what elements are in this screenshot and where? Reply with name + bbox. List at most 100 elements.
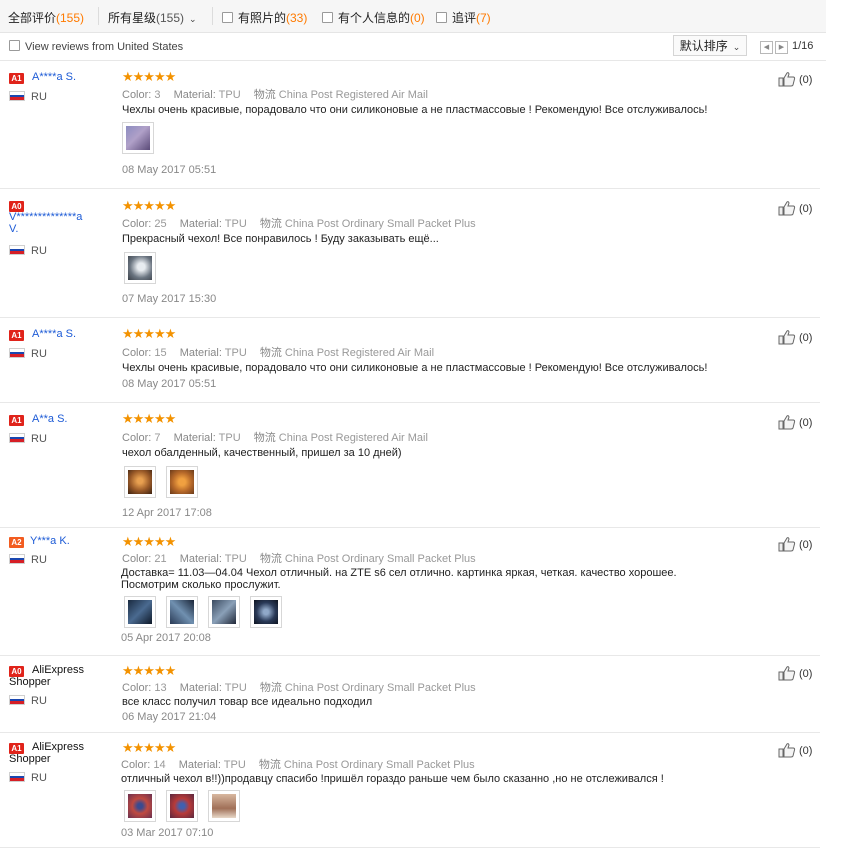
- color-value: 13: [154, 682, 167, 694]
- like-button[interactable]: (0): [778, 665, 812, 681]
- filter-all-label: 全部评价: [8, 11, 57, 25]
- review-photo-thumbnail[interactable]: [166, 596, 198, 628]
- divider: [98, 7, 99, 25]
- reviewer-name[interactable]: V**************a: [9, 211, 82, 223]
- review-photo-thumbnail[interactable]: [124, 252, 156, 284]
- review-photo-thumbnail[interactable]: [122, 122, 154, 154]
- reviewer-name[interactable]: Y***a K.: [30, 535, 70, 547]
- review-meta: Color: 15 Material: TPU 物流 China Post Re…: [122, 344, 434, 360]
- filter-bar: 全部评价(155) 所有星级(155) ⌄ 有照片的(33) 有个人信息的(0) …: [0, 0, 826, 33]
- reviewer-name[interactable]: AliExpress: [32, 741, 84, 753]
- color-value: 15: [154, 347, 167, 359]
- filter-photos[interactable]: 有照片的(33): [222, 9, 307, 26]
- review-text: Чехлы очень красивые, порадовало что они…: [122, 104, 708, 116]
- material-value: TPU: [224, 218, 247, 230]
- filter-photos-count: (33): [286, 11, 308, 25]
- prev-arrow-icon: ◀: [763, 44, 770, 51]
- color-key: Color:: [122, 682, 152, 694]
- shipping-value: China Post Ordinary Small Packet Plus: [284, 682, 476, 694]
- shipping-key: 物流: [259, 682, 282, 694]
- russia-flag-icon: [9, 695, 25, 705]
- filter-personal[interactable]: 有个人信息的(0): [322, 9, 425, 26]
- review-item: A0 AliExpress Shopper RU ★★★★★ (0) Color…: [0, 656, 820, 733]
- material-key: Material:: [179, 682, 222, 694]
- shipping-value: China Post Registered Air Mail: [284, 347, 435, 359]
- reviewer-name-line2[interactable]: V.: [9, 223, 18, 235]
- material-value: TPU: [224, 347, 247, 359]
- like-count: (0): [799, 203, 813, 215]
- sort-dropdown[interactable]: 默认排序 ⌄: [673, 35, 747, 56]
- material-key: Material:: [178, 759, 221, 771]
- shipping-value: China Post Registered Air Mail: [278, 89, 428, 101]
- russia-flag-icon: [9, 245, 25, 255]
- review-photo-thumbnail[interactable]: [166, 790, 198, 822]
- reviewer-name[interactable]: A**a S.: [32, 413, 67, 425]
- material-key: Material:: [179, 553, 222, 565]
- review-photo-thumbnail[interactable]: [208, 596, 240, 628]
- thumbs-up-icon: [778, 415, 796, 430]
- color-key: Color:: [122, 432, 152, 444]
- checkbox-icon[interactable]: [436, 12, 447, 23]
- russia-flag-icon: [9, 91, 25, 101]
- review-photo-thumbnail[interactable]: [124, 790, 156, 822]
- filter-followup[interactable]: 追评(7): [436, 9, 491, 26]
- reviewer-name-line2[interactable]: Shopper: [9, 753, 51, 765]
- color-value: 25: [154, 218, 167, 230]
- review-text: Прекрасный чехол! Все понравилось ! Буду…: [122, 233, 439, 245]
- chevron-down-icon: ⌄: [189, 14, 197, 24]
- next-arrow-icon: ▶: [778, 44, 785, 51]
- filter-personal-label: 有个人信息的: [338, 11, 411, 25]
- review-photo-thumbnail[interactable]: [124, 466, 156, 498]
- like-button[interactable]: (0): [778, 742, 812, 758]
- review-date: 12 Apr 2017 17:08: [122, 507, 212, 519]
- shipping-key: 物流: [259, 553, 282, 565]
- color-value: 21: [154, 553, 167, 565]
- checkbox-icon[interactable]: [9, 40, 20, 51]
- view-us-filter[interactable]: View reviews from United States: [9, 40, 183, 53]
- view-us-label: View reviews from United States: [25, 41, 184, 53]
- like-button[interactable]: (0): [778, 414, 812, 430]
- country-code: RU: [31, 91, 47, 103]
- review-meta: Color: 14 Material: TPU 物流 China Post Or…: [121, 756, 475, 772]
- reviewer-name[interactable]: AliExpress: [32, 664, 84, 676]
- like-button[interactable]: (0): [778, 329, 812, 345]
- country-code: RU: [31, 245, 47, 257]
- review-photo-thumbnail[interactable]: [124, 596, 156, 628]
- page-indicator: 1/16: [792, 40, 814, 52]
- russia-flag-icon: [9, 772, 25, 782]
- material-key: Material:: [179, 347, 222, 359]
- material-value: TPU: [218, 89, 241, 101]
- color-value: 7: [154, 432, 161, 444]
- checkbox-icon[interactable]: [322, 12, 333, 23]
- review-text: Доставка= 11.03—04.04 Чехол отличный. на…: [121, 567, 677, 579]
- like-button[interactable]: (0): [778, 71, 812, 87]
- review-meta: Color: 3 Material: TPU 物流 China Post Reg…: [122, 86, 428, 102]
- prev-page-button[interactable]: ◀: [760, 41, 773, 54]
- shipping-key: 物流: [258, 759, 281, 771]
- review-photo-thumbnail[interactable]: [166, 466, 198, 498]
- review-photo-thumbnail[interactable]: [208, 790, 240, 822]
- material-key: Material:: [173, 89, 216, 101]
- review-date: 06 May 2017 21:04: [122, 711, 217, 723]
- review-photo-thumbnail[interactable]: [250, 596, 282, 628]
- reviewer-name[interactable]: A****a S.: [32, 71, 76, 83]
- checkbox-icon[interactable]: [222, 12, 233, 23]
- reviewer-name[interactable]: A****a S.: [32, 328, 76, 340]
- filter-all[interactable]: 全部评价(155): [8, 9, 84, 26]
- review-date: 07 May 2017 15:30: [122, 293, 217, 305]
- filter-followup-label: 追评: [452, 11, 477, 25]
- level-badge: A2: [9, 537, 24, 548]
- like-button[interactable]: (0): [778, 536, 812, 552]
- next-page-button[interactable]: ▶: [775, 41, 788, 54]
- thumbs-up-icon: [778, 743, 796, 758]
- like-count: (0): [799, 417, 813, 429]
- color-value: 14: [153, 759, 166, 771]
- filter-stars-dropdown[interactable]: 所有星级(155) ⌄: [108, 9, 197, 26]
- level-badge: A1: [9, 415, 24, 426]
- color-key: Color:: [122, 553, 152, 565]
- like-count: (0): [799, 668, 813, 680]
- country-code: RU: [31, 433, 47, 445]
- like-button[interactable]: (0): [778, 200, 812, 216]
- level-badge: A1: [9, 330, 24, 341]
- reviewer-name-line2[interactable]: Shopper: [9, 676, 51, 688]
